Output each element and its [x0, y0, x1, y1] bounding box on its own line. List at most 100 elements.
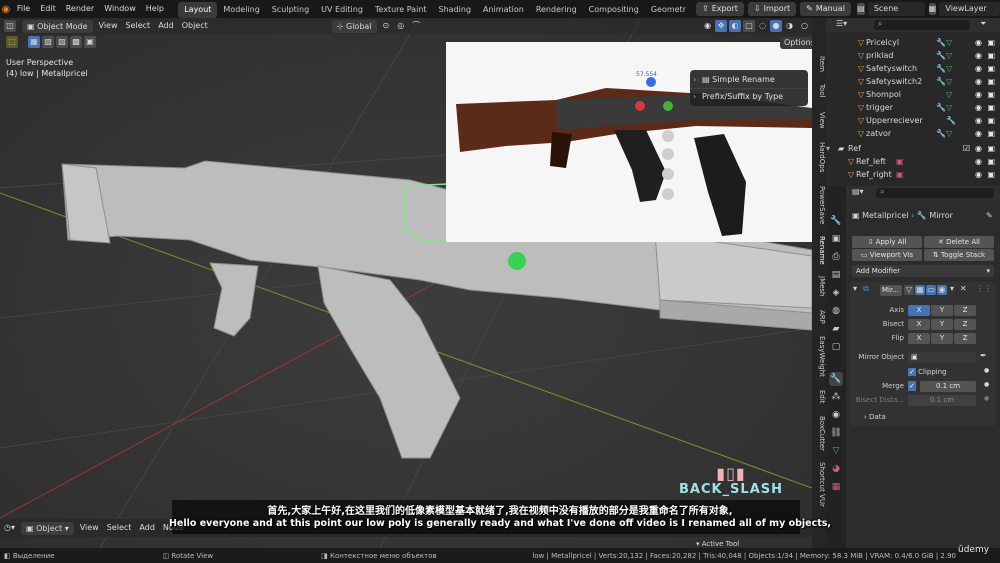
data-props-icon[interactable]: ▽ [829, 444, 843, 458]
scene-selector[interactable]: Scene [867, 2, 925, 16]
viewport-vis-button[interactable]: ▭ Viewport Vis [852, 249, 922, 261]
tab-rename[interactable]: Rename [812, 236, 826, 265]
apply-all-button[interactable]: ⇩ Apply All [852, 236, 922, 248]
tab-item[interactable]: Item [812, 56, 826, 72]
render-props-icon[interactable]: ▣ [829, 232, 843, 246]
pan-nav-icon[interactable] [662, 148, 674, 160]
render-camera-icon[interactable]: ▣ [987, 49, 995, 62]
viewport-menu-view[interactable]: View [95, 19, 122, 33]
outliner-filter-funnel-icon[interactable]: ⏷ [980, 19, 986, 29]
tab-arp[interactable]: ARP [812, 310, 826, 324]
texture-props-icon[interactable]: ▦ [829, 480, 843, 494]
constraints-props-icon[interactable]: ⛓ [829, 426, 843, 440]
scene-icon[interactable]: ▤ [856, 3, 865, 15]
output-props-icon[interactable]: ⎙ [829, 250, 843, 264]
viewport-menu-add[interactable]: Add [154, 19, 178, 33]
outliner-row[interactable]: ▽ priklad 🔧 ▽ ◉ ▣ [826, 49, 1000, 62]
mirror-object-field[interactable]: ▣ [908, 352, 976, 363]
ortho-nav-icon[interactable] [662, 188, 674, 200]
properties-menu-icon[interactable]: ▤▾ [852, 187, 864, 196]
menu-window[interactable]: Window [99, 0, 141, 18]
select-extend-icon[interactable]: ▧ [42, 36, 54, 48]
axis-z-toggle[interactable]: Z [954, 305, 976, 316]
menu-help[interactable]: Help [141, 0, 169, 18]
wireframe-shading-icon[interactable]: ◌ [755, 19, 770, 33]
editor-type-icon[interactable]: ◫ [4, 20, 16, 32]
mode-selector[interactable]: ▣ Object Mode [22, 19, 93, 33]
transform-orientation[interactable]: ⊹ Global [331, 19, 377, 33]
prefix-suffix-item[interactable]: › Prefix/Suffix by Type [690, 88, 808, 104]
outliner-row[interactable]: ▽ Ref_left ▣ ◉ ▣ [826, 155, 1000, 168]
manual-button[interactable]: ✎ Manual [800, 2, 851, 16]
modifier-name-field[interactable]: Mir... [880, 285, 902, 296]
render-toggle-icon[interactable]: ◉ [937, 285, 947, 295]
viewlayer-icon[interactable]: ▦ [928, 3, 937, 15]
toggle-stack-button[interactable]: ⇅ Toggle Stack [924, 249, 994, 261]
tab-shading[interactable]: Shading [433, 2, 478, 18]
tab-tool[interactable]: Tool [812, 84, 826, 98]
close-icon[interactable]: ✕ [960, 284, 967, 293]
render-camera-icon[interactable]: ▣ [987, 127, 995, 140]
flip-x-toggle[interactable]: X [908, 333, 930, 344]
outliner-row[interactable]: ▽ Pricelcyl 🔧 ▽ ◉ ▣ [826, 36, 1000, 49]
collapse-arrow-icon[interactable]: ▾ [826, 142, 838, 155]
tab-easyweight[interactable]: EasyWeight [812, 336, 826, 377]
tab-compositing[interactable]: Compositing [583, 2, 645, 18]
outliner-row[interactable]: ▽ Safetyswitch 🔧 ▽ ◉ ▣ [826, 62, 1000, 75]
menu-file[interactable]: File [12, 0, 35, 18]
select-intersect-icon[interactable]: ▣ [84, 36, 96, 48]
tool-props-icon[interactable]: 🔧 [829, 214, 843, 228]
flip-z-toggle[interactable]: Z [954, 333, 976, 344]
export-button[interactable]: ⇪ Export [695, 2, 744, 16]
delete-all-button[interactable]: ✕ Delete All [924, 236, 994, 248]
proportional-icon[interactable]: ◎ [393, 19, 408, 33]
viewport-menu-object[interactable]: Object [178, 19, 212, 33]
overlay-icon[interactable]: ◐ [729, 20, 742, 32]
pin-icon[interactable]: ✎ [986, 211, 993, 220]
render-camera-icon[interactable]: ▣ [987, 62, 995, 75]
tab-edit[interactable]: Edit [812, 390, 826, 404]
tab-view[interactable]: View [812, 112, 826, 129]
gizmo-icon[interactable]: ✥ [715, 20, 728, 32]
outliner-collection-row[interactable]: ▾ ▰ Ref ☑ ◉ ▣ [826, 142, 1000, 155]
tab-geometry[interactable]: Geometr [645, 2, 692, 18]
menu-edit[interactable]: Edit [35, 0, 61, 18]
material-props-icon[interactable]: ◕ [829, 462, 843, 476]
blender-logo-icon[interactable]: ◉ [0, 4, 12, 15]
solid-shading-icon[interactable]: ● [770, 20, 783, 32]
keyframe-dot-icon[interactable]: ● [984, 367, 989, 374]
outliner-row[interactable]: ▽ Safetyswitch2 🔧 ▽ ◉ ▣ [826, 75, 1000, 88]
visibility-icon[interactable]: ◉ [700, 19, 715, 33]
collection-props-icon[interactable]: ▰ [829, 322, 843, 336]
bisect-distance-field[interactable]: 0.1 cm [908, 395, 976, 406]
zoom-nav-icon[interactable] [662, 130, 674, 142]
tab-powersave[interactable]: PowerSave [812, 186, 826, 224]
add-modifier-dropdown[interactable]: Add Modifier ▾ [852, 265, 994, 277]
merge-value-field[interactable]: 0.1 cm [920, 381, 976, 392]
flip-y-toggle[interactable]: Y [931, 333, 953, 344]
render-camera-icon[interactable]: ▣ [987, 168, 995, 181]
xray-icon[interactable]: ▢ [743, 20, 756, 32]
bisect-y-toggle[interactable]: Y [931, 319, 953, 330]
chevron-down-icon[interactable]: ▾ [950, 284, 954, 293]
viewport-menu-select[interactable]: Select [122, 19, 155, 33]
bisect-z-toggle[interactable]: Z [954, 319, 976, 330]
bisect-x-toggle[interactable]: X [908, 319, 930, 330]
axis-y-toggle[interactable]: Y [931, 305, 953, 316]
keyframe-dot-icon[interactable]: ● [984, 395, 989, 402]
collapse-arrow-icon[interactable]: ▾ [853, 284, 857, 293]
physics-props-icon[interactable]: ◉ [829, 408, 843, 422]
view-layer-props-icon[interactable]: ▤ [829, 268, 843, 282]
outliner-row[interactable]: ▽ zatvor 🔧 ▽ ◉ ▣ [826, 127, 1000, 140]
render-camera-icon[interactable]: ▣ [987, 75, 995, 88]
tab-modeling[interactable]: Modeling [217, 2, 265, 18]
visibility-eye-icon[interactable]: ◉ [975, 62, 982, 75]
merge-checkbox[interactable]: ✓ [908, 381, 916, 391]
viewlayer-selector[interactable]: ViewLayer [939, 2, 1000, 16]
visibility-eye-icon[interactable]: ◉ [975, 168, 982, 181]
camera-nav-icon[interactable] [662, 168, 674, 180]
collection-checkbox-icon[interactable]: ☑ [963, 142, 970, 155]
outliner-row[interactable]: ▽ Upperreciever 🔧 ◉ ▣ [826, 114, 1000, 127]
tab-texture-paint[interactable]: Texture Paint [369, 2, 433, 18]
tab-layout[interactable]: Layout [178, 1, 218, 18]
